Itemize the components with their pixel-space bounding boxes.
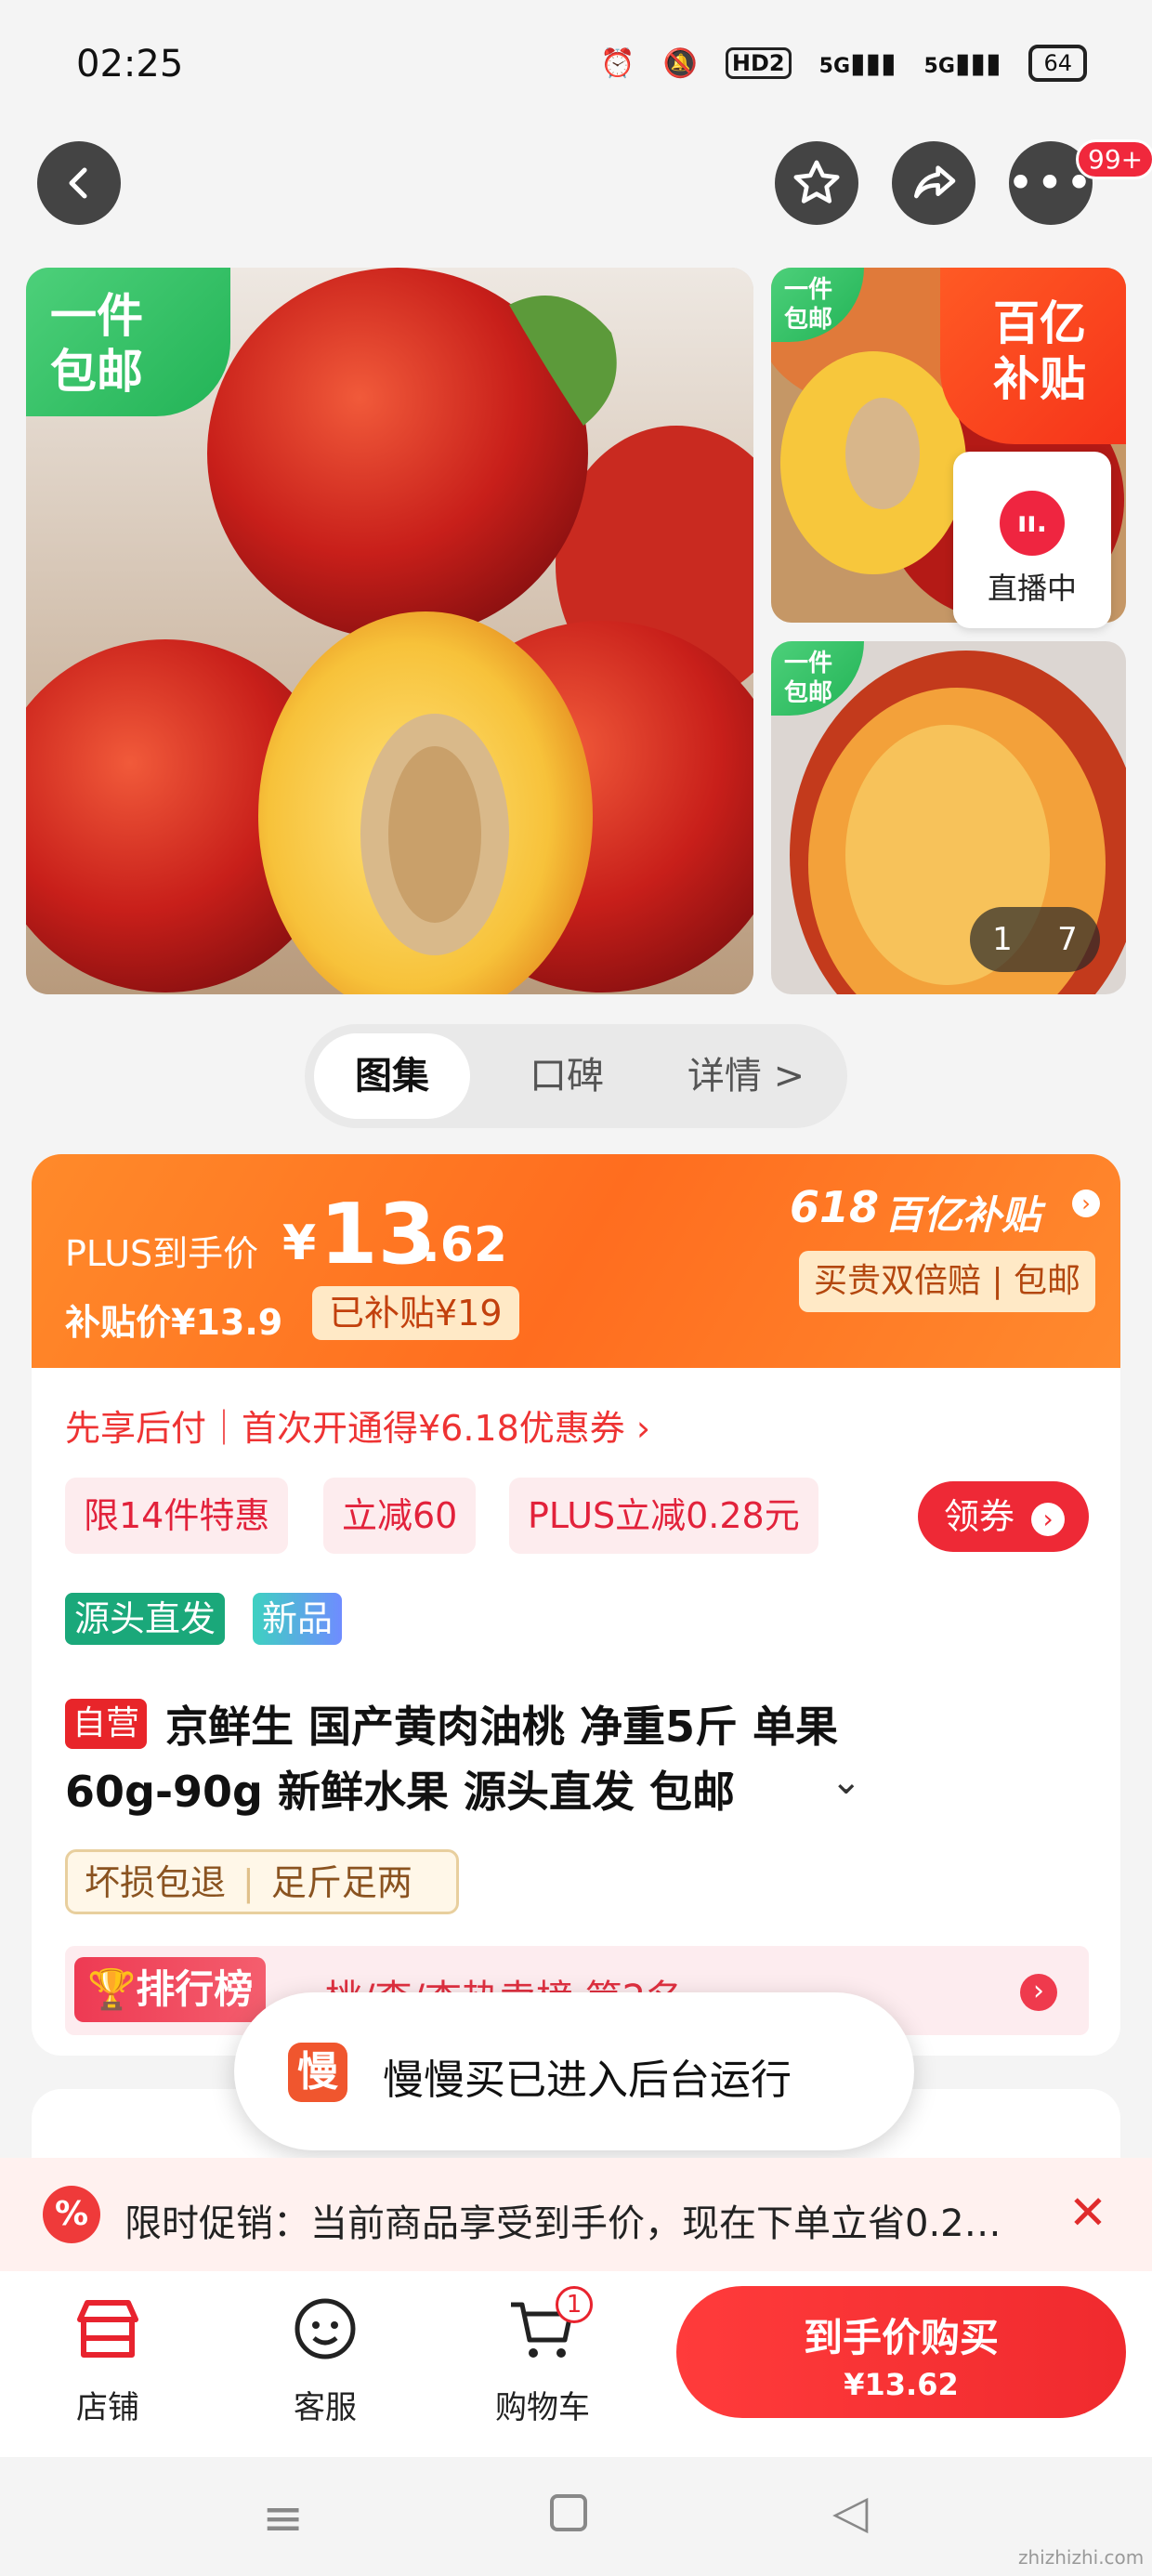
self-operated-badge: 自营 xyxy=(65,1699,148,1749)
store-icon xyxy=(77,2300,138,2358)
service-label: 客服 xyxy=(294,2389,357,2426)
signal2-label: 5G xyxy=(923,54,955,78)
share-icon xyxy=(914,165,956,199)
live-label: 直播中 xyxy=(987,571,1077,606)
plus-price-label: PLUS到手价 xyxy=(65,1233,259,1274)
tab-details[interactable]: 详情 > xyxy=(658,1033,834,1119)
subsidy-line2: 补贴 xyxy=(993,352,1086,406)
source-tag: 源头直发 xyxy=(65,1593,226,1645)
subsidy-badge: 百亿 补贴 xyxy=(940,268,1126,444)
coupon-chip-3: PLUS立减0.28元 xyxy=(509,1478,818,1554)
signal-icon-1: 5G▮▮▮ xyxy=(818,46,897,80)
pay-later-promo[interactable]: 先享后付｜首次开通得¥6.18优惠券 › xyxy=(65,1400,650,1451)
subsidy-line1: 百亿 xyxy=(993,296,1086,350)
service-face-icon xyxy=(295,2298,356,2359)
thumb1-tag-line1: 一件 xyxy=(784,276,833,304)
promotion-text: 限时促销：当前商品享受到手价，现在下单立省0.2… xyxy=(124,2202,1001,2245)
close-icon[interactable]: ✕ xyxy=(1068,2186,1107,2240)
status-icons: ⏰ 🔕 HD2 5G▮▮▮ 5G▮▮▮ 64 xyxy=(600,45,1087,82)
coupon-chip-2: 立减60 xyxy=(323,1478,477,1554)
tab-reviews[interactable]: 口碑 xyxy=(489,1033,645,1119)
thumb2-tag-line1: 一件 xyxy=(784,650,833,677)
thumb2-tag-line2: 包邮 xyxy=(784,679,833,707)
live-icon: ıı. xyxy=(1000,491,1065,556)
buy-button-title: 到手价购买 xyxy=(803,2315,999,2360)
campaign-618: 618 xyxy=(790,1182,880,1232)
back-button[interactable] xyxy=(37,141,121,225)
customer-service-button[interactable]: 客服 xyxy=(260,2292,390,2427)
bottom-action-bar: 店铺 客服 购物车 1 到手价购买 ¥13.62 xyxy=(0,2271,1152,2457)
price-currency: ¥ xyxy=(282,1216,317,1271)
get-coupon-label: 领券 xyxy=(944,1496,1015,1537)
back-nav-icon[interactable]: ◁ xyxy=(832,2485,868,2539)
tab-gallery[interactable]: 图集 xyxy=(314,1033,470,1119)
campaign-brand[interactable]: 百亿补贴 xyxy=(884,1184,1041,1241)
new-tag: 新品 xyxy=(253,1593,343,1645)
subsidized-amount: 已补贴¥19 xyxy=(312,1286,519,1340)
free-shipping-tag: 一件 包邮 xyxy=(26,268,230,416)
ranking-label: 排行榜 xyxy=(136,1966,254,2012)
menu-nav-icon[interactable]: ≡ xyxy=(262,2489,304,2547)
main-product-image[interactable]: 一件 包邮 xyxy=(26,268,753,994)
price-integer: 13 xyxy=(320,1186,437,1283)
ranking-arrow-icon: › xyxy=(1020,1974,1057,2011)
arrow-circle-icon: › xyxy=(1031,1502,1066,1536)
shop-label: 店铺 xyxy=(76,2389,139,2426)
counter-current: 1 xyxy=(992,921,1013,958)
price-decimal: .62 xyxy=(422,1217,508,1273)
home-nav-icon[interactable] xyxy=(550,2494,587,2531)
thumb1-free-shipping-tag: 一件 包邮 xyxy=(771,268,864,342)
chevron-left-icon xyxy=(69,167,87,199)
rule-2: 足斤足两 xyxy=(270,1862,412,1903)
thumb1-tag-line2: 包邮 xyxy=(784,306,833,334)
app-icon: 慢 xyxy=(288,2043,347,2102)
signal1-label: 5G xyxy=(818,54,851,78)
chevron-right-icon: › xyxy=(1072,1189,1100,1217)
free-shipping-line1: 一件 xyxy=(50,289,143,343)
favorite-button[interactable] xyxy=(775,141,858,225)
star-icon xyxy=(793,160,840,204)
system-navigation-bar: ≡ ◁ zhizhizhi.com xyxy=(0,2457,1152,2576)
mute-icon: 🔕 xyxy=(662,46,698,80)
buy-now-button[interactable]: 到手价购买 ¥13.62 xyxy=(676,2286,1126,2418)
rule-divider: | xyxy=(242,1862,255,1903)
share-button[interactable] xyxy=(892,141,975,225)
coupon-chip-1: 限14件特惠 xyxy=(65,1478,289,1554)
product-title-line2: 60g-90g 新鲜水果 源头直发 包邮 xyxy=(65,1767,736,1817)
promotion-bar: % 限时促销：当前商品享受到手价，现在下单立省0.2… ✕ xyxy=(0,2158,1152,2271)
service-rules[interactable]: 坏损包退 | 足斤足两 xyxy=(65,1849,459,1914)
live-stream-card[interactable]: ıı. 直播中 xyxy=(953,452,1111,628)
price-header: PLUS到手价 ¥ 13 .62 补贴价¥13.9 已补贴¥19 618 百亿补… xyxy=(32,1154,1120,1368)
thumb2-free-shipping-tag: 一件 包邮 xyxy=(771,641,864,716)
cart-count-badge: 1 xyxy=(556,2286,593,2323)
buy-button-price: ¥13.62 xyxy=(844,2367,959,2402)
get-coupon-button[interactable]: 领券 › xyxy=(918,1481,1089,1552)
alarm-icon: ⏰ xyxy=(600,46,635,80)
counter-total: 7 xyxy=(1057,921,1078,958)
guarantee-badge: 买贵双倍赔 | 包邮 xyxy=(799,1251,1096,1312)
status-time: 02:25 xyxy=(76,43,184,85)
subsidy-price: 补贴价¥13.9 xyxy=(65,1302,283,1343)
product-title-line1: 京鲜生 国产黄肉油桃 净重5斤 单果 xyxy=(165,1702,839,1752)
signal-icon-2: 5G▮▮▮ xyxy=(923,46,1001,80)
trophy-icon: 🏆 xyxy=(87,1966,137,2012)
free-shipping-line2: 包邮 xyxy=(50,345,143,399)
cart-button[interactable]: 购物车 1 xyxy=(478,2286,608,2427)
toast-text: 慢慢买已进入后台运行 xyxy=(383,2057,792,2104)
media-tabs: 图集 口碑 详情 > xyxy=(305,1024,847,1128)
watermark: zhizhizhi.com xyxy=(1018,2546,1145,2569)
status-bar: 02:25 ⏰ 🔕 HD2 5G▮▮▮ 5G▮▮▮ 64 xyxy=(0,0,1152,130)
rule-1: 坏损包退 xyxy=(85,1862,227,1903)
expand-title-icon[interactable]: ⌄ xyxy=(831,1760,862,1803)
notification-badge: 99+ xyxy=(1076,139,1152,179)
battery-icon: 64 xyxy=(1028,45,1087,82)
product-info-card: PLUS到手价 ¥ 13 .62 补贴价¥13.9 已补贴¥19 618 百亿补… xyxy=(32,1154,1120,2056)
hd-icon: HD2 xyxy=(725,47,792,79)
shop-button[interactable]: 店铺 xyxy=(43,2292,173,2427)
image-counter: 1 7 xyxy=(970,907,1100,972)
discount-icon: % xyxy=(43,2186,100,2243)
cart-label: 购物车 xyxy=(495,2389,590,2426)
ranking-badge: 🏆排行榜 xyxy=(74,1957,267,2022)
background-running-toast: 慢 慢慢买已进入后台运行 xyxy=(234,1992,914,2150)
